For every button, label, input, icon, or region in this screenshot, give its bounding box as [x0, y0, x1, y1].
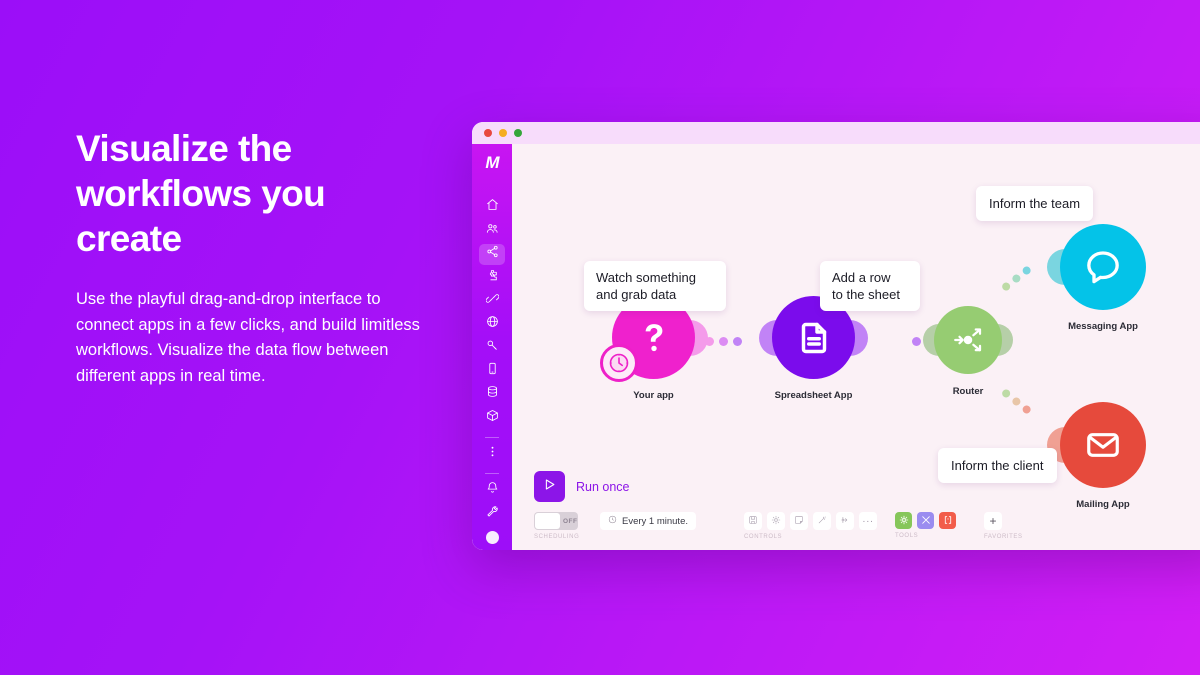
box-icon — [486, 409, 499, 427]
globe-icon — [486, 315, 499, 333]
app-window: M Watch something and grab data Add a ro… — [472, 122, 1200, 550]
node-icon-router[interactable] — [934, 306, 1002, 374]
node-router[interactable]: Router — [923, 306, 1013, 397]
scheduling-group-label: SCHEDULING — [534, 534, 580, 540]
team-icon — [486, 222, 499, 240]
scenarios-icon — [486, 245, 499, 263]
node-messaging-app[interactable]: Messaging App — [1047, 224, 1146, 332]
run-once-label: Run once — [576, 479, 630, 494]
controls-group-label: CONTROLS — [744, 534, 783, 540]
sidebar-item-templates[interactable] — [479, 267, 505, 288]
node-label-router: Router — [952, 386, 984, 397]
flow-control-button[interactable] — [836, 512, 854, 530]
more-vertical-icon — [486, 445, 499, 463]
marketing-copy: Visualize the workflows you create Use t… — [76, 126, 426, 389]
database-icon — [486, 385, 499, 403]
sidebar-item-team[interactable] — [479, 220, 505, 241]
sidebar-item-devices[interactable] — [479, 361, 505, 382]
key-icon — [486, 339, 499, 357]
flow-control-icon — [840, 512, 850, 530]
node-mailing-app[interactable]: Mailing App — [1047, 402, 1146, 510]
tooltip-messaging-app: Inform the team — [976, 186, 1094, 221]
toggle-state-label: OFF — [563, 517, 578, 525]
play-icon — [542, 477, 557, 497]
clock-icon — [608, 515, 617, 527]
scheduling-group: OFF Every 1 minute. SCHEDULING — [534, 512, 696, 540]
magic-wand-icon — [817, 512, 827, 530]
window-titlebar — [472, 122, 1200, 144]
close-icon[interactable] — [484, 129, 492, 137]
run-once-button[interactable] — [534, 471, 565, 502]
ellipsis-icon: ··· — [862, 515, 874, 527]
save-icon — [748, 512, 758, 530]
toggle-knob — [535, 513, 560, 529]
plus-icon: + — [989, 514, 997, 528]
schedule-interval-button[interactable]: Every 1 minute. — [600, 512, 696, 530]
gear-icon — [771, 512, 781, 530]
minimize-icon[interactable] — [499, 129, 507, 137]
brackets-icon — [943, 512, 953, 530]
maximize-icon[interactable] — [514, 129, 522, 137]
node-icon-mailing-app[interactable] — [1060, 402, 1146, 488]
tooltip-your-app: Watch something and grab data — [584, 261, 726, 311]
tools-icon — [921, 512, 931, 530]
gear-tool-icon — [899, 512, 909, 530]
node-label-your-app: Your app — [633, 390, 674, 401]
sidebar-divider-2 — [485, 472, 499, 474]
tools-group: TOOLS — [895, 512, 956, 539]
avatar[interactable] — [479, 527, 505, 548]
scenario-canvas[interactable]: Watch something and grab data Add a row … — [512, 144, 1200, 550]
schedule-interval-label: Every 1 minute. — [622, 515, 688, 527]
connector-3 — [1000, 264, 1033, 293]
marketing-body: Use the playful drag-and-drop interface … — [76, 290, 420, 385]
wrench-icon — [486, 505, 499, 523]
sidebar-item-home[interactable] — [479, 197, 505, 218]
sidebar-item-data-stores[interactable] — [479, 384, 505, 405]
clock-badge-icon — [600, 344, 638, 382]
sidebar-divider — [485, 436, 499, 438]
scheduling-toggle[interactable]: OFF — [534, 512, 578, 530]
save-button[interactable] — [744, 512, 762, 530]
favorites-group: + FAVORITES — [984, 512, 1023, 540]
controls-group: ··· CONTROLS — [744, 512, 877, 540]
settings-button[interactable] — [767, 512, 785, 530]
node-label-messaging-app: Messaging App — [1068, 321, 1138, 332]
sidebar-item-keys[interactable] — [479, 337, 505, 358]
mobile-icon — [486, 362, 499, 380]
tool-tools-button[interactable] — [917, 512, 934, 529]
sidebar-item-webhooks[interactable] — [479, 314, 505, 335]
favorites-group-label: FAVORITES — [984, 534, 1023, 540]
tool-brackets-button[interactable] — [939, 512, 956, 529]
connector-4 — [1000, 387, 1033, 416]
sidebar-item-notifications[interactable] — [479, 480, 505, 501]
auto-align-button[interactable] — [813, 512, 831, 530]
more-controls-button[interactable]: ··· — [859, 512, 877, 530]
node-label-spreadsheet-app: Spreadsheet App — [774, 390, 853, 401]
note-icon — [794, 512, 804, 530]
sidebar-item-settings[interactable] — [479, 503, 505, 524]
sidebar-item-data-structures[interactable] — [479, 407, 505, 428]
tools-group-label: TOOLS — [895, 533, 919, 539]
home-icon — [486, 198, 499, 216]
sidebar: M — [472, 144, 512, 550]
page-title: Visualize the workflows you create — [76, 128, 326, 259]
node-icon-messaging-app[interactable] — [1060, 224, 1146, 310]
notes-button[interactable] — [790, 512, 808, 530]
templates-icon — [486, 269, 499, 287]
connector-1 — [705, 337, 742, 346]
connections-icon — [485, 292, 499, 310]
tooltip-spreadsheet-app: Add a row to the sheet — [820, 261, 920, 311]
tooltip-mailing-app: Inform the client — [938, 448, 1057, 483]
sidebar-item-more[interactable] — [479, 444, 505, 465]
sidebar-item-connections[interactable] — [479, 290, 505, 311]
add-favorite-button[interactable]: + — [984, 512, 1002, 530]
tool-gear-button[interactable] — [895, 512, 912, 529]
app-logo: M — [485, 153, 499, 172]
bell-icon — [486, 481, 499, 499]
avatar-image — [485, 530, 499, 544]
sidebar-item-scenarios[interactable] — [479, 243, 505, 265]
